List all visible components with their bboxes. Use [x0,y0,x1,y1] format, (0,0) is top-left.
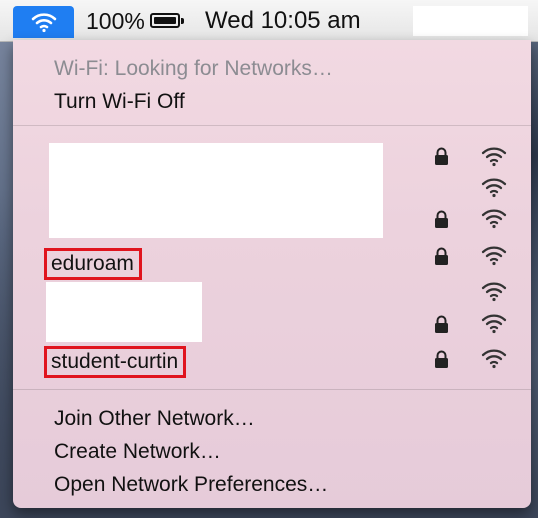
menu-bar: 100% Wed 10:05 am [0,0,538,42]
join-other-network-label: Join Other Network… [54,407,255,430]
network-item-student-curtin[interactable]: student-curtin [44,346,187,378]
clock[interactable]: Wed 10:05 am [205,7,361,35]
wifi-signal-icon [481,178,507,198]
battery-percentage: 100% [86,8,145,34]
wifi-dropdown-menu: Wi-Fi: Looking for Networks… Turn Wi-Fi … [13,40,531,508]
turn-wifi-off-item[interactable]: Turn Wi-Fi Off [54,90,185,114]
join-other-network-item[interactable]: Join Other Network… [13,405,531,435]
battery-icon[interactable] [150,13,184,28]
wifi-signal-icon [481,147,507,167]
lock-icon [435,247,448,265]
redacted-network-names [49,143,383,238]
network-item-eduroam[interactable]: eduroam [44,248,142,280]
wifi-status-text: Wi-Fi: Looking for Networks… [54,57,333,80]
open-network-preferences-item[interactable]: Open Network Preferences… [13,471,531,501]
redacted-network-names [46,282,202,342]
lock-icon [435,210,448,228]
open-network-preferences-label: Open Network Preferences… [54,473,329,496]
redacted-menubar-area [413,6,528,36]
lock-icon [435,315,448,333]
wifi-signal-icon [481,314,507,334]
wifi-signal-icon [481,209,507,229]
battery-level-fill [154,17,176,24]
wifi-signal-icon [481,282,507,302]
create-network-item[interactable]: Create Network… [13,438,531,468]
lock-icon [435,147,448,165]
lock-icon [435,350,448,368]
create-network-label: Create Network… [54,440,221,463]
battery-terminal [181,18,184,24]
wifi-signal-icon [481,349,507,369]
menu-separator [13,125,531,126]
wifi-icon [31,12,56,32]
wifi-signal-icon [481,246,507,266]
wifi-menu-extra[interactable] [13,6,74,38]
menu-separator [13,389,531,390]
